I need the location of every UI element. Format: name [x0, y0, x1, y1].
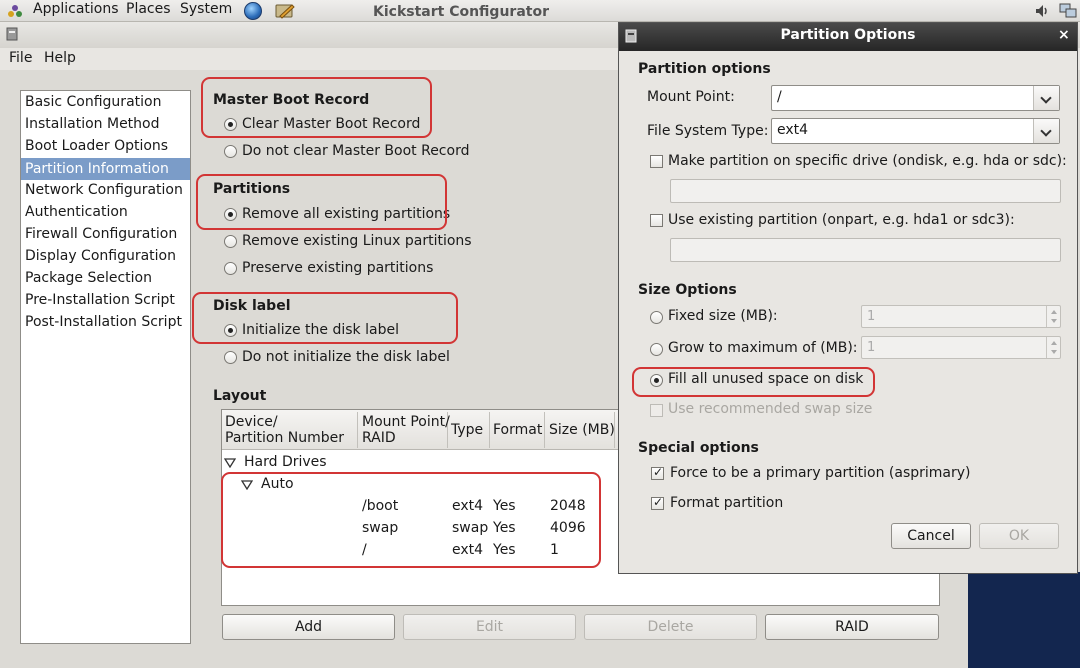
sidebar-item-authentication[interactable]: Authentication — [25, 204, 128, 220]
sidebar: Basic Configuration Installation Method … — [20, 90, 191, 644]
dialog-title: Partition Options — [780, 27, 916, 43]
column-mount[interactable]: Mount Point/ RAID — [362, 414, 450, 446]
grow-max-value: 1 — [867, 340, 876, 355]
help-menu[interactable]: Help — [44, 50, 76, 66]
ondisk-field[interactable] — [670, 179, 1061, 203]
mbr-highlight — [201, 77, 432, 138]
special-options-heading: Special options — [638, 440, 759, 456]
sidebar-item-display-configuration[interactable]: Display Configuration — [25, 248, 176, 264]
sidebar-item-firewall-configuration[interactable]: Firewall Configuration — [25, 226, 177, 242]
column-separator — [357, 412, 358, 448]
add-button[interactable]: Add — [222, 614, 395, 640]
swap-size-checkbox[interactable] — [650, 404, 663, 417]
window-title: Kickstart Configurator — [373, 4, 549, 20]
fixed-size-radio[interactable] — [650, 311, 663, 324]
column-device-line2: Partition Number — [225, 430, 345, 446]
window-icon — [6, 27, 18, 41]
fs-type-combo[interactable]: ext4 — [771, 118, 1060, 144]
grow-max-spinner[interactable]: 1 — [861, 336, 1061, 359]
sidebar-item-boot-loader-options[interactable]: Boot Loader Options — [25, 138, 168, 154]
desktop-background — [968, 572, 1080, 668]
fixed-size-spinner[interactable]: 1 — [861, 305, 1061, 328]
fs-type-label: File System Type: — [647, 123, 769, 139]
spin-arrows-icon[interactable] — [1046, 337, 1060, 358]
onpart-checkbox[interactable] — [650, 214, 663, 227]
ondisk-checkbox[interactable] — [650, 155, 663, 168]
layout-heading: Layout — [213, 388, 267, 404]
preserve-radio[interactable] — [224, 262, 237, 275]
remove-linux-label[interactable]: Remove existing Linux partitions — [242, 233, 472, 249]
column-type[interactable]: Type — [451, 422, 483, 438]
grow-max-radio[interactable] — [650, 343, 663, 356]
no-init-disk-radio[interactable] — [224, 351, 237, 364]
sidebar-item-package-selection[interactable]: Package Selection — [25, 270, 152, 286]
raid-button[interactable]: RAID — [765, 614, 939, 640]
spin-arrows-icon[interactable] — [1046, 306, 1060, 327]
primary-label[interactable]: Force to be a primary partition (asprima… — [670, 465, 971, 481]
sidebar-item-partition-information[interactable]: Partition Information — [21, 158, 190, 180]
column-format[interactable]: Format — [493, 422, 542, 438]
ok-button[interactable]: OK — [979, 523, 1059, 549]
partition-options-heading: Partition options — [638, 61, 771, 77]
mount-point-value[interactable]: / — [777, 89, 782, 105]
mbr-no-clear-label[interactable]: Do not clear Master Boot Record — [242, 143, 469, 159]
format-checkbox[interactable] — [651, 495, 664, 510]
close-icon[interactable]: × — [1058, 27, 1070, 43]
ondisk-label[interactable]: Make partition on specific drive (ondisk… — [668, 153, 1067, 169]
format-label[interactable]: Format partition — [670, 495, 783, 511]
mbr-no-clear-radio[interactable] — [224, 145, 237, 158]
column-separator — [544, 412, 545, 448]
sidebar-item-network-configuration[interactable]: Network Configuration — [25, 182, 183, 198]
swap-size-label[interactable]: Use recommended swap size — [668, 401, 872, 417]
sidebar-item-installation-method[interactable]: Installation Method — [25, 116, 160, 132]
onpart-field[interactable] — [670, 238, 1061, 262]
mount-point-label: Mount Point: — [647, 89, 735, 105]
size-options-heading: Size Options — [638, 282, 737, 298]
column-mount-line1: Mount Point/ — [362, 414, 450, 430]
sidebar-item-basic-configuration[interactable]: Basic Configuration — [25, 94, 161, 110]
network-icon[interactable] — [1058, 3, 1078, 19]
remove-linux-radio[interactable] — [224, 235, 237, 248]
file-menu[interactable]: File — [9, 50, 32, 66]
delete-button[interactable]: Delete — [584, 614, 757, 640]
onpart-label[interactable]: Use existing partition (onpart, e.g. hda… — [668, 212, 1015, 228]
chevron-down-icon[interactable] — [1033, 86, 1059, 110]
fixed-size-value: 1 — [867, 309, 876, 324]
partition-rows-highlight — [221, 472, 601, 568]
preserve-label[interactable]: Preserve existing partitions — [242, 260, 433, 276]
mount-point-combo[interactable]: / — [771, 85, 1060, 111]
no-init-disk-label[interactable]: Do not initialize the disk label — [242, 349, 450, 365]
fill-space-highlight — [632, 367, 875, 397]
primary-checkbox[interactable] — [651, 465, 664, 480]
tree-root-label[interactable]: Hard Drives — [244, 454, 327, 470]
grow-max-label[interactable]: Grow to maximum of (MB): — [668, 340, 858, 356]
sidebar-item-post-installation-script[interactable]: Post-Installation Script — [25, 314, 182, 330]
partitions-highlight — [196, 174, 447, 230]
column-mount-line2: RAID — [362, 430, 396, 446]
column-separator — [489, 412, 490, 448]
cancel-button[interactable]: Cancel — [891, 523, 971, 549]
disk-label-highlight — [192, 292, 458, 344]
volume-icon[interactable] — [1034, 3, 1050, 19]
column-device[interactable]: Device/ Partition Number — [225, 414, 344, 446]
column-size[interactable]: Size (MB) — [549, 422, 615, 438]
edit-button[interactable]: Edit — [403, 614, 576, 640]
column-device-line1: Device/ — [225, 414, 278, 430]
expander-icon[interactable] — [224, 458, 236, 468]
fixed-size-label[interactable]: Fixed size (MB): — [668, 308, 778, 324]
chevron-down-icon[interactable] — [1033, 119, 1059, 143]
fs-type-value: ext4 — [777, 122, 809, 138]
sidebar-item-pre-installation-script[interactable]: Pre-Installation Script — [25, 292, 175, 308]
